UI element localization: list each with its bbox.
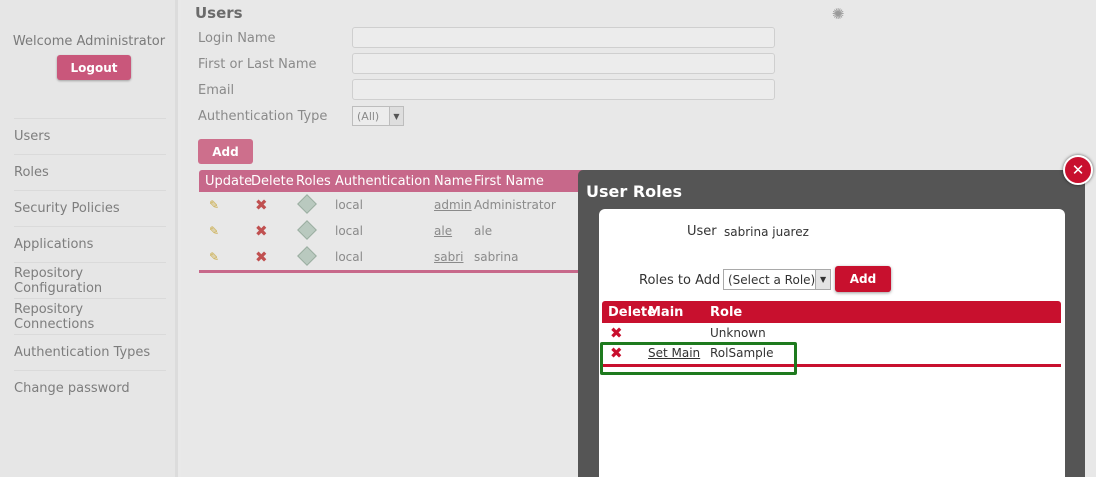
delete-icon[interactable]: ✖ (610, 324, 623, 342)
auth-type-value: (All) (357, 109, 380, 123)
close-icon[interactable]: ✕ (1063, 155, 1093, 185)
auth-type-select[interactable]: (All) ▼ (352, 106, 404, 126)
table-row: ✎ ✖ local ale ale (199, 218, 619, 244)
sidebar-item-repository-connections[interactable]: Repository Connections (14, 298, 166, 334)
role-select-value: (Select a Role) (728, 272, 816, 287)
add-role-button[interactable]: Add (835, 266, 891, 292)
name-label: First or Last Name (198, 57, 317, 72)
delete-icon[interactable]: ✖ (255, 196, 268, 214)
sidebar-item-change-password[interactable]: Change password (14, 370, 166, 406)
user-link[interactable]: admin (434, 198, 474, 212)
cell-first-name: Administrator (474, 198, 556, 212)
col-role: Role (710, 304, 743, 320)
table-bottom-border (199, 270, 619, 273)
chevron-down-icon[interactable]: ▼ (815, 270, 830, 289)
col-main: Main (648, 304, 684, 320)
page-title: Users (195, 4, 243, 22)
sidebar-item-roles[interactable]: Roles (14, 154, 166, 190)
sidebar-item-security-policies[interactable]: Security Policies (14, 190, 166, 226)
email-input[interactable] (352, 79, 775, 100)
login-name-label: Login Name (198, 31, 276, 46)
table-row: ✎ ✖ local sabri sabrina (199, 244, 619, 270)
user-link[interactable]: ale (434, 224, 474, 238)
user-label: User (687, 224, 717, 239)
roles-icon[interactable] (297, 245, 317, 266)
sidebar-item-users[interactable]: Users (14, 118, 166, 154)
chevron-down-icon[interactable]: ▼ (389, 107, 403, 125)
pencil-icon[interactable]: ✎ (209, 198, 219, 212)
pencil-icon[interactable]: ✎ (209, 250, 219, 264)
cell-authentication: local (335, 224, 363, 238)
col-authentication: Authentication (335, 173, 431, 189)
sidebar-item-applications[interactable]: Applications (14, 226, 166, 262)
pencil-icon[interactable]: ✎ (209, 224, 219, 238)
sidebar-nav: Users Roles Security Policies Applicatio… (14, 118, 166, 406)
auth-type-label: Authentication Type (198, 109, 328, 124)
roles-to-add-label: Roles to Add (639, 273, 721, 288)
delete-icon[interactable]: ✖ (255, 222, 268, 240)
roles-icon[interactable] (297, 193, 317, 214)
user-roles-dialog: User Roles User sabrina juarez Roles to … (578, 170, 1085, 477)
table-row: ✎ ✖ local admin Administrator (199, 192, 619, 218)
cell-authentication: local (335, 198, 363, 212)
table-row: ✖ Unknown (602, 323, 1061, 343)
sidebar-item-repository-configuration[interactable]: Repository Configuration (14, 262, 166, 298)
delete-icon[interactable]: ✖ (255, 248, 268, 266)
highlight-box (600, 342, 797, 375)
col-roles: Roles (296, 173, 331, 189)
cell-role: Unknown (710, 326, 766, 340)
cell-first-name: ale (474, 224, 493, 238)
role-select[interactable]: (Select a Role) ▼ (723, 269, 831, 290)
col-delete: Delete (608, 304, 656, 320)
welcome-text: Welcome Administrator (12, 34, 166, 49)
users-table-header: Update Delete Roles Authentication Name … (199, 170, 619, 192)
add-user-button[interactable]: Add (198, 139, 253, 164)
spinner-icon: ✺ (831, 5, 845, 23)
col-update: Update (205, 173, 253, 189)
col-name: Name (434, 173, 473, 189)
login-name-input[interactable] (352, 27, 775, 48)
sidebar: Welcome Administrator Logout Users Roles… (0, 0, 178, 477)
col-delete: Delete (251, 173, 294, 189)
dialog-title: User Roles (586, 182, 682, 201)
users-table: Update Delete Roles Authentication Name … (199, 170, 619, 273)
user-link[interactable]: sabri (434, 250, 474, 264)
user-value: sabrina juarez (724, 225, 809, 239)
sidebar-item-authentication-types[interactable]: Authentication Types (14, 334, 166, 370)
name-input[interactable] (352, 53, 775, 74)
email-label: Email (198, 83, 235, 98)
logout-button[interactable]: Logout (57, 55, 131, 80)
roles-table-header: Delete Main Role (602, 301, 1061, 323)
roles-icon[interactable] (297, 219, 317, 240)
cell-first-name: sabrina (474, 250, 519, 264)
col-first-name: First Name (474, 173, 544, 189)
cell-authentication: local (335, 250, 363, 264)
